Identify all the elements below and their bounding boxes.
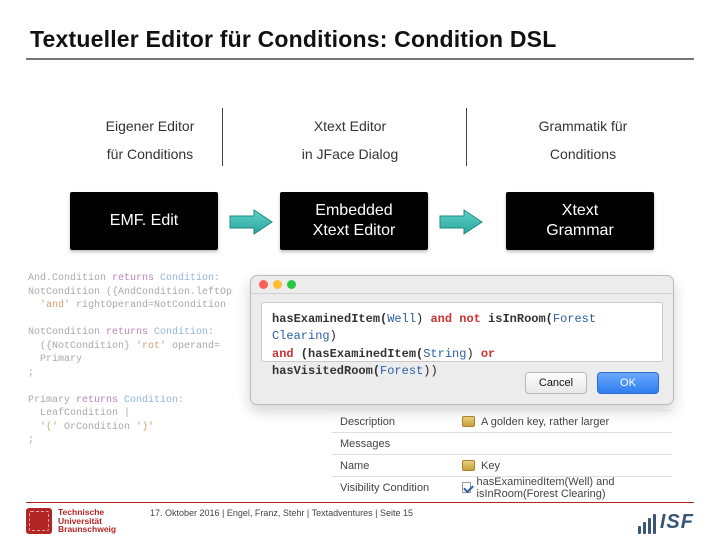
- condition-line-1: hasExaminedItem(Well) and not isInRoom(F…: [272, 311, 652, 346]
- arrow-right-icon: [438, 208, 484, 236]
- tu-braunschweig-logo: Technische Universität Braunschweig: [26, 508, 136, 534]
- condition-icon: [462, 482, 471, 493]
- footer-divider: [26, 502, 694, 503]
- box-xtext-grammar-label: Xtext Grammar: [546, 201, 614, 241]
- zoom-icon[interactable]: [287, 280, 296, 289]
- tu-seal-icon: [26, 508, 52, 534]
- box3-line2: Grammar: [546, 222, 614, 239]
- condition-editor-input[interactable]: hasExaminedItem(Well) and not isInRoom(F…: [261, 302, 663, 362]
- isf-bars-icon: [638, 514, 656, 534]
- table-row[interactable]: Name Key: [332, 454, 672, 476]
- uni-line3: Braunschweig: [58, 525, 116, 534]
- prop-value: A golden key, rather larger: [481, 416, 609, 428]
- separator-1: [222, 108, 223, 166]
- box-xtext-grammar: Xtext Grammar: [506, 192, 654, 250]
- col1-line2: für Conditions: [80, 146, 220, 162]
- isf-logo: ISF: [638, 511, 694, 534]
- col3-line1: Grammatik für: [508, 118, 658, 134]
- properties-table: Description A golden key, rather larger …: [332, 410, 672, 498]
- box-embedded-xtext: Embedded Xtext Editor: [280, 192, 428, 250]
- prop-value: hasExaminedItem(Well) and isInRoom(Fores…: [477, 476, 672, 500]
- slide-title: Textueller Editor für Conditions: Condit…: [30, 26, 556, 53]
- prop-key: Name: [332, 460, 462, 472]
- dialog-titlebar: [251, 276, 673, 294]
- condition-dialog: hasExaminedItem(Well) and not isInRoom(F…: [250, 275, 674, 405]
- prop-key: Visibility Condition: [332, 482, 462, 494]
- table-row[interactable]: Visibility Condition hasExaminedItem(Wel…: [332, 476, 672, 498]
- box-emf-edit: EMF. Edit: [70, 192, 218, 250]
- box2-line2: Xtext Editor: [313, 222, 396, 239]
- box-embedded-xtext-label: Embedded Xtext Editor: [313, 201, 396, 241]
- text-icon: [462, 460, 475, 471]
- table-row[interactable]: Description A golden key, rather larger: [332, 410, 672, 432]
- arrow-right-icon: [228, 208, 274, 236]
- col2-line1: Xtext Editor: [270, 118, 430, 134]
- ok-button[interactable]: OK: [597, 372, 659, 394]
- prop-key: Messages: [332, 438, 462, 450]
- separator-2: [466, 108, 467, 166]
- col2-line2: in JFace Dialog: [270, 146, 430, 162]
- text-icon: [462, 416, 475, 427]
- title-underline: [26, 58, 694, 60]
- prop-value: Key: [481, 460, 500, 472]
- table-row[interactable]: Messages: [332, 432, 672, 454]
- prop-key: Description: [332, 416, 462, 428]
- isf-text: ISF: [660, 511, 694, 534]
- cancel-button[interactable]: Cancel: [525, 372, 587, 394]
- box3-line1: Xtext: [562, 202, 598, 219]
- close-icon[interactable]: [259, 280, 268, 289]
- box-emf-edit-label: EMF. Edit: [110, 211, 178, 231]
- box2-line1: Embedded: [315, 202, 392, 219]
- footer-meta: 17. Oktober 2016 | Engel, Franz, Stehr |…: [150, 508, 413, 518]
- col1-line1: Eigener Editor: [80, 118, 220, 134]
- minimize-icon[interactable]: [273, 280, 282, 289]
- col3-line2: Conditions: [508, 146, 658, 162]
